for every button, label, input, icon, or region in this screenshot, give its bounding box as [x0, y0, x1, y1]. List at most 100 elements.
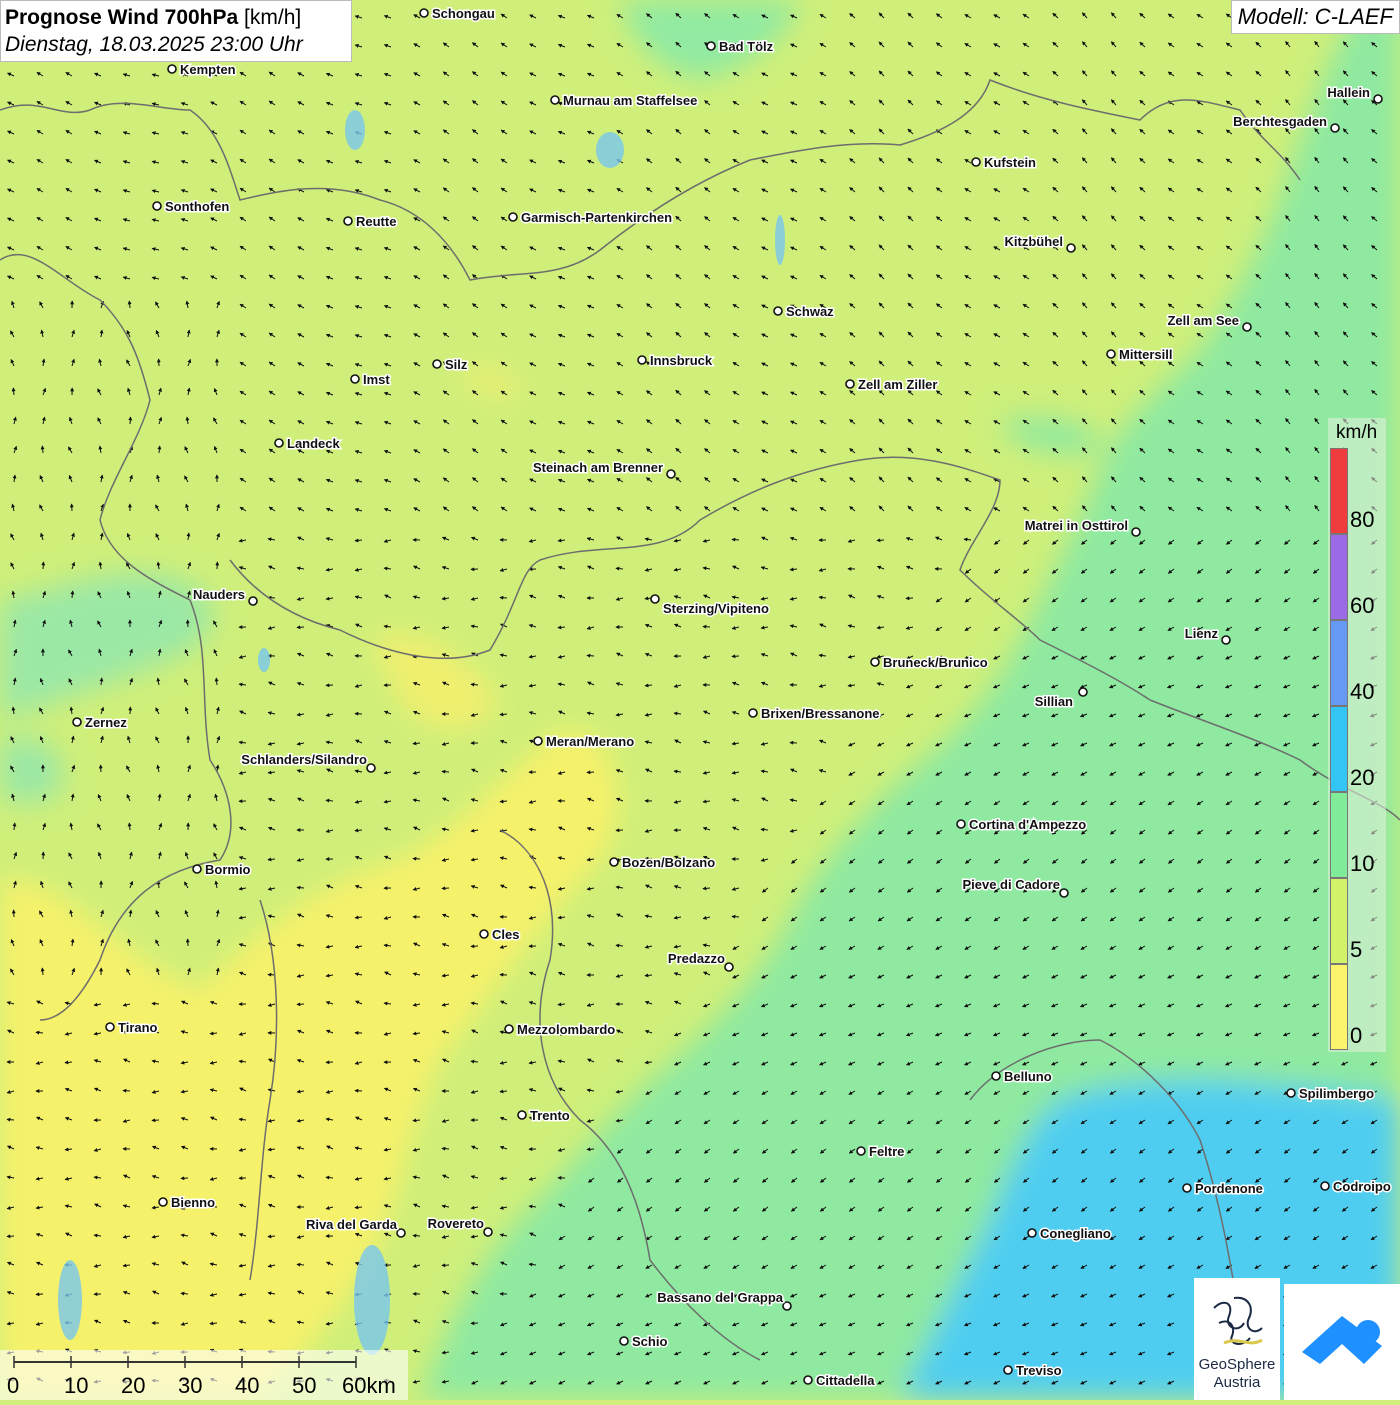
city-dot: [249, 597, 257, 605]
city-dot: [433, 360, 441, 368]
city-label: Innsbruck: [650, 353, 713, 368]
wind-map: SchongauBad TölzKemptenMurnau am Staffel…: [0, 0, 1400, 1400]
title-box: Prognose Wind 700hPa [km/h] Dienstag, 18…: [0, 0, 352, 62]
title-main: Prognose Wind 700hPa: [5, 6, 238, 29]
wind-arrow: [442, 888, 449, 889]
city-label: Bassano del Grappa: [657, 1290, 783, 1305]
logo-text-line2: Austria: [1194, 1374, 1280, 1391]
city-label: Sonthofen: [165, 199, 229, 214]
wind-arrow: [500, 714, 507, 715]
wind-arrow: [13, 388, 14, 395]
city-marker: Garmisch-Partenkirchen: [509, 210, 672, 225]
city-marker: Bruneck/Brunico: [871, 655, 988, 670]
wind-arrow: [732, 656, 739, 657]
city-label: Treviso: [1016, 1363, 1062, 1378]
wind-arrow: [65, 1062, 72, 1063]
app-logo[interactable]: [1284, 1284, 1400, 1400]
city-label: Schio: [632, 1334, 667, 1349]
city-label: Codroipo: [1333, 1179, 1391, 1194]
city-dot: [992, 1072, 1000, 1080]
city-dot: [397, 1229, 405, 1237]
geosphere-logo[interactable]: GeoSphere Austria: [1194, 1278, 1280, 1400]
city-label: Predazzo: [668, 951, 725, 966]
scale-label: 0: [7, 1373, 19, 1399]
wind-arrow: [645, 975, 652, 976]
city-dot: [344, 217, 352, 225]
map-title: Prognose Wind 700hPa [km/h]: [5, 4, 347, 31]
city-dot: [1243, 323, 1251, 331]
wind-arrow: [471, 684, 478, 685]
city-dot: [1004, 1366, 1012, 1374]
city-dot: [610, 858, 618, 866]
wind-arrow: [587, 772, 594, 773]
city-label: Zell am See: [1167, 313, 1239, 328]
city-dot: [651, 595, 659, 603]
city-label: Pordenone: [1195, 1181, 1263, 1196]
wind-arrow: [413, 1236, 420, 1237]
city-dot: [667, 470, 675, 478]
city-label: Bormio: [205, 862, 251, 877]
city-label: Steinach am Brenner: [533, 460, 663, 475]
city-label: Tirano: [118, 1020, 158, 1035]
city-dot: [193, 865, 201, 873]
scale-bar: 0102030405060km: [0, 1350, 408, 1400]
city-dot: [153, 202, 161, 210]
wind-arrow: [703, 888, 710, 889]
wind-arrow: [355, 830, 362, 831]
city-marker: Schongau: [420, 6, 495, 21]
city-dot: [159, 1198, 167, 1206]
scale-label: 50: [292, 1373, 316, 1399]
city-dot: [857, 1147, 865, 1155]
wind-arrow: [36, 1032, 43, 1033]
city-label: Reutte: [356, 214, 396, 229]
city-dot: [367, 764, 375, 772]
wind-arrow: [129, 301, 130, 308]
wind-arrow: [72, 591, 73, 598]
legend-color-band: [1330, 448, 1348, 534]
wind-arrow: [558, 627, 565, 628]
wind-arrow: [43, 562, 44, 569]
city-label: Riva del Garda: [306, 1217, 398, 1232]
geosphere-logo-icon: [1194, 1278, 1280, 1364]
city-label: Meran/Merano: [546, 734, 634, 749]
city-dot: [1222, 636, 1230, 644]
city-dot: [749, 709, 757, 717]
legend-color-band: [1330, 792, 1348, 878]
scale-label: 60km: [342, 1373, 396, 1399]
legend-color-band: [1330, 534, 1348, 620]
city-label: Zernez: [85, 715, 127, 730]
wind-arrow: [732, 539, 739, 540]
city-marker: Brixen/Bressanone: [749, 706, 880, 721]
city-label: Imst: [363, 372, 390, 387]
city-dot: [1067, 244, 1075, 252]
wind-arrow: [442, 771, 449, 772]
legend-label: 40: [1350, 681, 1374, 703]
city-marker: Murnau am Staffelsee: [551, 93, 697, 108]
city-dot: [638, 356, 646, 364]
city-dot: [534, 737, 542, 745]
legend-color-band: [1330, 878, 1348, 964]
city-dot: [1331, 124, 1339, 132]
lake-garda: [354, 1245, 390, 1355]
city-dot: [1374, 95, 1382, 103]
city-label: Schongau: [432, 6, 495, 21]
scale-label: 40: [235, 1373, 259, 1399]
city-dot: [73, 718, 81, 726]
city-dot: [957, 820, 965, 828]
wind-arrow: [7, 1119, 14, 1120]
city-label: Trento: [530, 1108, 570, 1123]
city-label: Conegliano: [1040, 1226, 1111, 1241]
wind-arrow: [732, 916, 739, 917]
city-label: Bienno: [171, 1195, 215, 1210]
city-dot: [1028, 1229, 1036, 1237]
wind-arrow: [268, 859, 275, 860]
scale-label: 10: [64, 1373, 88, 1399]
city-label: Brixen/Bressanone: [761, 706, 880, 721]
wind-arrow: [877, 540, 884, 541]
wind-arrow: [297, 887, 304, 888]
city-label: Berchtesgaden: [1233, 114, 1327, 129]
city-dot: [620, 1337, 628, 1345]
city-dot: [846, 380, 854, 388]
app-logo-icon: [1284, 1284, 1400, 1400]
city-label: Murnau am Staffelsee: [563, 93, 697, 108]
